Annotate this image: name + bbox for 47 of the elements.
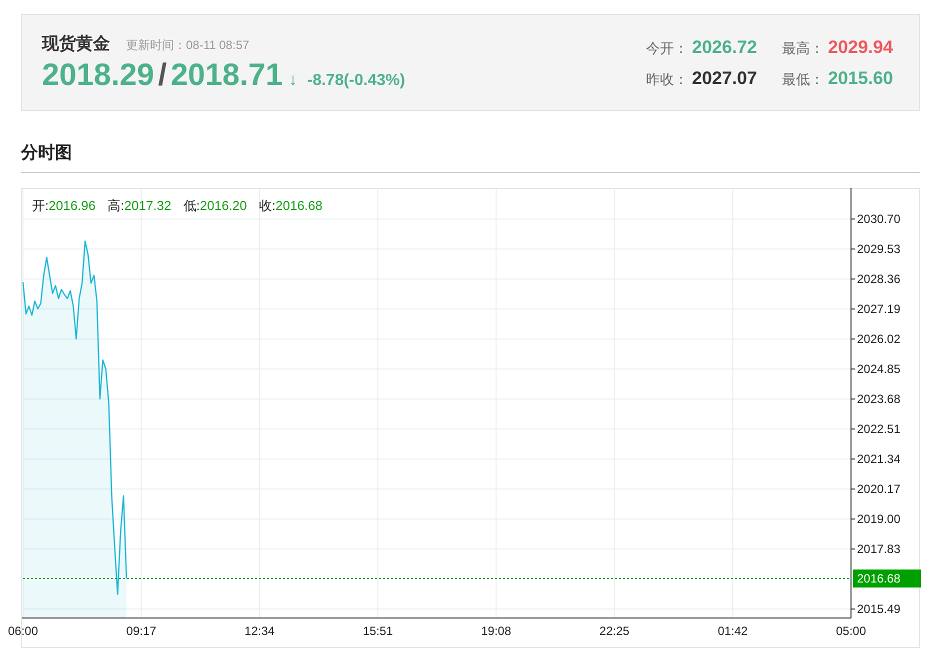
y-tick-label: 2022.51 (857, 422, 900, 436)
ohlc-label: 收: (258, 198, 276, 213)
stat-value: 2029.94 (828, 36, 894, 58)
y-tick-label: 2030.70 (857, 212, 900, 226)
update-time: 更新时间：08-11 08:57 (126, 37, 250, 54)
y-tick-label: 2028.36 (857, 272, 900, 286)
x-tick-label: 19:08 (481, 624, 512, 638)
x-tick-label: 05:00 (836, 624, 866, 638)
y-tick-label: 2026.02 (857, 332, 900, 346)
last-price-label: 2016.68 (857, 572, 900, 586)
ohlc-value: 2016.20 (200, 198, 247, 213)
down-arrow: ↓ (288, 70, 298, 90)
x-tick-label: 12:34 (244, 624, 275, 638)
x-tick-label: 06:00 (8, 624, 38, 638)
stat-label: 今开： (646, 40, 688, 58)
bid-price: 2018.29 (42, 57, 154, 93)
x-tick-label: 22:25 (599, 624, 630, 638)
stat-label: 昨收： (646, 70, 688, 88)
ohlc-value: 2016.96 (48, 198, 96, 213)
stat-label: 最低： (782, 70, 824, 88)
x-tick-label: 09:17 (126, 624, 156, 638)
price-change: -8.78(-0.43%) (307, 72, 406, 90)
stat-value: 2026.72 (692, 36, 758, 58)
stat-value: 2015.60 (828, 68, 894, 88)
stat-value: 2027.07 (692, 68, 758, 88)
y-tick-label: 2019.00 (857, 512, 900, 526)
ohlc-label: 开: (32, 198, 49, 213)
section-title: 分时图 (21, 143, 72, 162)
x-tick-label: 01:42 (718, 624, 748, 638)
ohlc-value: 2017.32 (124, 198, 172, 213)
last-price-tag (853, 570, 921, 588)
instrument-title: 现货黄金 (42, 33, 110, 55)
y-tick-label: 2017.83 (857, 542, 900, 556)
y-tick-label: 2021.34 (857, 452, 900, 466)
ask-price: 2018.71 (170, 57, 283, 93)
y-tick-label: 2020.17 (857, 482, 900, 496)
y-tick-label: 2024.85 (857, 362, 900, 376)
ohlc-value: 2016.68 (276, 198, 322, 213)
x-tick-label: 15:51 (362, 624, 393, 638)
y-tick-label: 2015.49 (857, 602, 900, 616)
y-tick-label: 2027.19 (857, 302, 900, 316)
stat-label: 最高： (782, 40, 824, 58)
y-tick-label: 2029.53 (857, 242, 900, 256)
price-separator: / (158, 57, 167, 93)
ohlc-label: 高: (108, 198, 124, 213)
ohlc-label: 低: (183, 198, 200, 213)
y-tick-label: 2023.68 (857, 392, 900, 406)
